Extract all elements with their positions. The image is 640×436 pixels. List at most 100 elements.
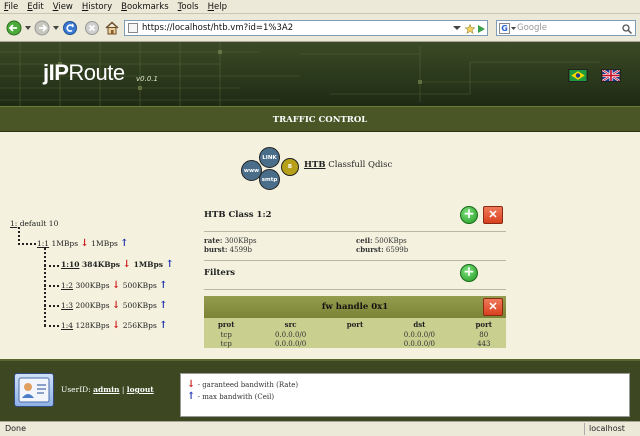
add-filter-button[interactable]: + [460, 264, 478, 282]
table-row: tcp 0.0.0.0/0 0.0.0.0/0 80 [204, 330, 506, 339]
forward-history-dropdown[interactable] [52, 19, 60, 37]
tree-node-rate: 128KBps [73, 321, 110, 330]
divider [204, 289, 506, 290]
class-title: HTB Class 1:2 [204, 210, 272, 220]
menu-view[interactable]: View [53, 2, 73, 12]
tree-node-ceil: 1MBps [88, 239, 118, 248]
ceil-arrow-up-icon: ↑ [159, 300, 168, 311]
divider [204, 231, 506, 232]
reload-button[interactable] [60, 19, 80, 37]
page-title: TRAFFIC CONTROL [0, 106, 640, 132]
ceil-row: ceil: 500KBps [356, 236, 407, 245]
stop-button[interactable] [82, 19, 102, 37]
go-arrow-icon[interactable] [476, 24, 486, 34]
tree-node-1-4-link[interactable]: 1:4 [61, 321, 73, 330]
tree-node-1-4: 1:4 128KBps ↓ 256KBps ↑ [61, 321, 168, 331]
userid-label: UserID: [61, 385, 94, 394]
column-prot: prot [217, 320, 235, 329]
delete-filter-button[interactable]: ✕ [483, 298, 503, 316]
back-arrow-icon [6, 20, 22, 36]
status-host: localhost [584, 423, 625, 435]
status-text: Done [5, 424, 27, 433]
tree-node-1-3: 1:3 200KBps ↓ 500KBps ↑ [61, 300, 168, 311]
tree-root: 1: default 10 [10, 219, 58, 228]
search-box[interactable]: G Google [496, 20, 636, 36]
qdisc-htb-link[interactable]: HTB [304, 160, 326, 170]
delete-class-button[interactable]: ✕ [483, 206, 503, 224]
legend-rate: ↓ - garanteed bandwith (Rate) [187, 380, 299, 390]
uk-flag-icon[interactable] [601, 69, 621, 82]
search-placeholder: Google [517, 23, 547, 33]
navigation-toolbar: https://localhost/htb.vm?id=1%3A2 G Goog… [0, 14, 640, 42]
qdisc-label: Classfull Qdisc [325, 160, 393, 170]
tree-node-1-10-link[interactable]: 1:10 [61, 260, 79, 269]
divider [204, 260, 506, 261]
user-card-icon [18, 377, 50, 403]
cburst-row: cburst: 6599b [356, 245, 408, 254]
google-search-engine-icon[interactable]: G [499, 23, 510, 34]
logo-route: Route [68, 60, 125, 85]
rate-row: rate: 300KBps [204, 236, 257, 245]
home-button[interactable] [102, 19, 122, 37]
tree-node-rate: 300KBps [73, 281, 110, 290]
tree-node-ceil: 500KBps [120, 281, 157, 290]
filter-table-header: prot src port dst port [204, 319, 506, 330]
separator: | [119, 385, 127, 394]
forward-button[interactable] [32, 19, 52, 37]
url-dropdown-icon[interactable] [453, 25, 461, 31]
tree-node-1-1-link[interactable]: 1:1 [37, 239, 49, 248]
tree-node-1-3-link[interactable]: 1:3 [61, 301, 73, 310]
rate-arrow-down-icon: ↓ [80, 238, 89, 249]
filter-title: fw handle 0x1 [204, 296, 506, 318]
ceil-arrow-up-icon: ↑ [120, 238, 129, 249]
rate-value: 300KBps [222, 237, 257, 245]
search-icon[interactable] [622, 24, 632, 34]
cell-src-port [333, 339, 377, 348]
legend-ceil: ↑ - max bandwith (Ceil) [187, 392, 275, 402]
back-history-dropdown[interactable] [24, 19, 32, 37]
tree-node-1-2: 1:2 300KBps ↓ 500KBps ↑ [61, 280, 168, 291]
reload-icon [63, 21, 77, 35]
burst-row: burst: 4599b [204, 245, 252, 254]
bookmark-star-icon[interactable] [465, 24, 475, 34]
menu-help[interactable]: Help [208, 2, 227, 12]
legend-ceil-text: - max bandwith (Ceil) [195, 393, 275, 401]
cell-src-port [333, 330, 377, 339]
cburst-value: 6599b [383, 246, 409, 254]
menu-file[interactable]: File [4, 2, 18, 12]
menu-edit[interactable]: Edit [27, 2, 43, 12]
menu-history[interactable]: History [82, 2, 112, 12]
menu-bookmarks[interactable]: Bookmarks [121, 2, 169, 12]
tree-node-ceil: 256KBps [120, 321, 157, 330]
cell-prot: tcp [220, 330, 232, 339]
forward-arrow-icon [34, 20, 50, 36]
ceil-arrow-up-icon: ↑ [159, 280, 168, 291]
brazil-flag-icon[interactable] [568, 69, 588, 82]
rate-label: rate: [204, 236, 223, 245]
user-info: UserID: admin | logout [61, 385, 154, 394]
cell-dst: 0.0.0.0/0 [403, 330, 436, 339]
app-header: jIPRoute v0.0.1 [0, 42, 640, 106]
tree-node-1-2-link[interactable]: 1:2 [61, 281, 73, 290]
user-avatar-icon [14, 373, 54, 407]
chevron-down-icon [25, 26, 31, 30]
browser-status-bar: Done localhost [0, 421, 640, 436]
link-bubble: LINK [259, 147, 280, 168]
tree-node-ceil: 500KBps [120, 301, 157, 310]
tree-node-1-1: 1:1 1MBps ↓ 1MBps ↑ [37, 238, 129, 249]
b-bubble: B [281, 158, 299, 176]
app-logo: jIPRoute [43, 60, 125, 86]
username-link[interactable]: admin [93, 385, 119, 394]
qdisc-title: HTB Classfull Qdisc [304, 160, 392, 170]
app-version: v0.0.1 [136, 75, 158, 83]
back-button[interactable] [4, 19, 26, 37]
column-src: src [284, 320, 297, 329]
ceil-arrow-up-icon: ↑ [165, 259, 174, 270]
menu-tools[interactable]: Tools [178, 2, 199, 12]
tree-node-ceil: 1MBps [131, 260, 163, 269]
logout-link[interactable]: logout [127, 385, 154, 394]
tree-root-label: default 10 [17, 219, 59, 228]
legend-rate-text: - garanteed bandwith (Rate) [195, 381, 299, 389]
add-class-button[interactable]: + [460, 206, 478, 224]
url-bar[interactable]: https://localhost/htb.vm?id=1%3A2 [124, 20, 488, 36]
